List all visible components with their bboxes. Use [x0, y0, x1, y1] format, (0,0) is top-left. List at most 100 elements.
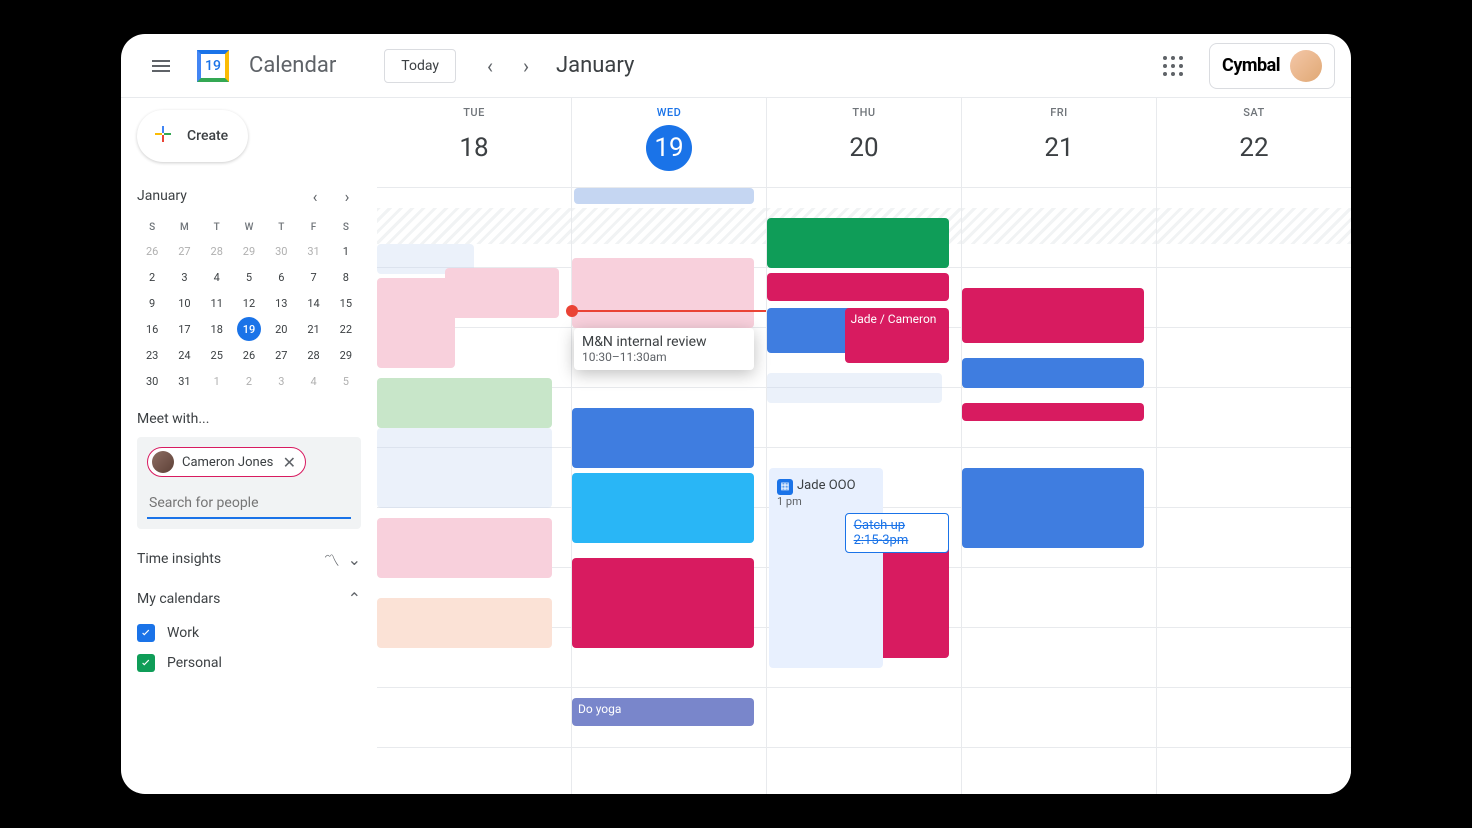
google-apps-button[interactable] [1153, 46, 1193, 86]
ooo-event[interactable]: ▦Jade OOO1 pm [769, 468, 883, 668]
people-search-input[interactable] [147, 485, 351, 519]
allday-cell[interactable] [1156, 188, 1351, 208]
mini-day[interactable]: 21 [302, 317, 326, 341]
calendar-event[interactable] [767, 218, 949, 268]
mini-day[interactable]: 4 [302, 369, 326, 393]
mini-day[interactable]: 28 [302, 343, 326, 367]
mini-day[interactable]: 20 [269, 317, 293, 341]
calendar-event[interactable] [572, 258, 754, 328]
mini-day[interactable]: 1 [205, 369, 229, 393]
new-event-card[interactable]: M&N internal review10:30–11:30am [574, 328, 754, 370]
time-grid[interactable]: M&N internal review10:30–11:30am Do yoga J… [377, 208, 1351, 794]
calendar-event[interactable] [767, 273, 949, 301]
calendar-item[interactable]: Personal [137, 648, 361, 678]
calendar-event[interactable] [377, 378, 552, 428]
calendar-event[interactable] [377, 428, 552, 508]
mini-day[interactable]: 10 [172, 291, 196, 315]
mini-day[interactable]: 31 [172, 369, 196, 393]
allday-event[interactable] [574, 188, 754, 204]
prev-period-button[interactable]: ‹ [472, 48, 508, 84]
mini-day[interactable]: 31 [302, 239, 326, 263]
mini-day[interactable]: 29 [237, 239, 261, 263]
calendar-event[interactable] [962, 468, 1144, 548]
calendar-event[interactable] [572, 558, 754, 648]
mini-day[interactable]: 25 [205, 343, 229, 367]
mini-prev-button[interactable]: ‹ [301, 182, 329, 210]
day-column-header[interactable]: SAT22 [1156, 98, 1351, 187]
calendar-checkbox[interactable] [137, 654, 155, 672]
person-chip[interactable]: Cameron Jones ✕ [147, 447, 306, 477]
mini-day[interactable]: 17 [172, 317, 196, 341]
insights-icon[interactable]: 〽 [324, 547, 340, 571]
mini-day[interactable]: 3 [269, 369, 293, 393]
day-column-header[interactable]: FRI21 [961, 98, 1156, 187]
mini-next-button[interactable]: › [333, 182, 361, 210]
mini-day[interactable]: 5 [334, 369, 358, 393]
mini-day[interactable]: 23 [140, 343, 164, 367]
mini-day[interactable]: 26 [140, 239, 164, 263]
today-button[interactable]: Today [384, 49, 456, 83]
calendar-event[interactable] [377, 518, 552, 578]
grid-column[interactable]: M&N internal review10:30–11:30am Do yoga [571, 208, 766, 794]
mini-day[interactable]: 26 [237, 343, 261, 367]
calendar-event[interactable] [572, 473, 754, 543]
mini-day[interactable]: 22 [334, 317, 358, 341]
create-button[interactable]: Create [137, 110, 248, 162]
mini-day[interactable]: 9 [140, 291, 164, 315]
mini-day[interactable]: 2 [140, 265, 164, 289]
mini-day[interactable]: 29 [334, 343, 358, 367]
mini-day[interactable]: 2 [237, 369, 261, 393]
chevron-down-icon[interactable]: ⌄ [348, 550, 361, 569]
grid-column[interactable] [961, 208, 1156, 794]
calendar-event[interactable] [445, 268, 559, 318]
allday-cell[interactable] [961, 188, 1156, 208]
day-column-header[interactable]: WED19 [571, 98, 766, 187]
mini-day[interactable]: 11 [205, 291, 229, 315]
mini-day[interactable]: 30 [269, 239, 293, 263]
mini-day[interactable]: 6 [269, 265, 293, 289]
account-switcher[interactable]: Cymbal [1209, 43, 1335, 89]
mini-day[interactable]: 15 [334, 291, 358, 315]
mini-day[interactable]: 12 [237, 291, 261, 315]
day-column-header[interactable]: TUE18 [377, 98, 571, 187]
day-column-header[interactable]: THU20 [766, 98, 961, 187]
calendar-event[interactable] [962, 403, 1144, 421]
mini-day[interactable]: 5 [237, 265, 261, 289]
declined-event[interactable]: Catch up2:15-3pm [845, 513, 950, 553]
mini-day[interactable]: 30 [140, 369, 164, 393]
calendar-event[interactable] [572, 408, 754, 468]
mini-day[interactable]: 27 [269, 343, 293, 367]
mini-day[interactable]: 16 [140, 317, 164, 341]
calendar-item[interactable]: Work [137, 618, 361, 648]
mini-day[interactable]: 18 [205, 317, 229, 341]
calendar-event-jade[interactable]: Jade / Cameron [845, 308, 950, 363]
mini-day[interactable]: 8 [334, 265, 358, 289]
calendar-event[interactable] [962, 288, 1144, 343]
grid-column[interactable] [1156, 208, 1351, 794]
mini-day[interactable]: 1 [334, 239, 358, 263]
mini-day[interactable]: 24 [172, 343, 196, 367]
mini-day[interactable]: 19 [237, 317, 261, 341]
mini-day[interactable]: 4 [205, 265, 229, 289]
calendar-event[interactable] [377, 278, 455, 368]
grid-column[interactable]: Jade / Cameron ▦Jade OOO1 pmCatch up2:15-… [766, 208, 961, 794]
mini-day[interactable]: 27 [172, 239, 196, 263]
mini-day[interactable]: 13 [269, 291, 293, 315]
allday-cell[interactable] [571, 188, 766, 208]
main-menu-button[interactable] [137, 42, 185, 90]
next-period-button[interactable]: › [508, 48, 544, 84]
allday-cell[interactable] [766, 188, 961, 208]
chip-remove-button[interactable]: ✕ [281, 454, 297, 470]
mini-day[interactable]: 3 [172, 265, 196, 289]
calendar-event[interactable] [767, 373, 942, 403]
mini-calendar[interactable]: SMTWTFS262728293031123456789101112131415… [137, 218, 361, 393]
grid-column[interactable] [377, 208, 571, 794]
allday-cell[interactable] [377, 188, 571, 208]
chevron-up-icon[interactable]: ⌃ [348, 589, 361, 608]
calendar-event-yoga[interactable]: Do yoga [572, 698, 754, 726]
calendar-event[interactable] [377, 598, 552, 648]
mini-day[interactable]: 28 [205, 239, 229, 263]
mini-day[interactable]: 14 [302, 291, 326, 315]
mini-day[interactable]: 7 [302, 265, 326, 289]
calendar-checkbox[interactable] [137, 624, 155, 642]
